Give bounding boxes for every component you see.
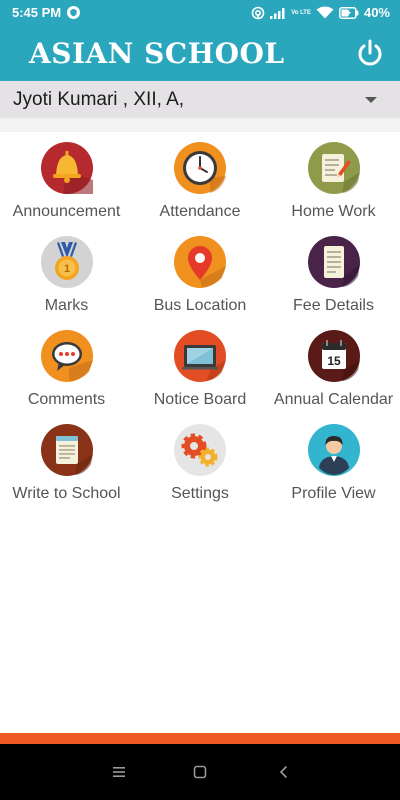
- back-icon[interactable]: [276, 764, 292, 780]
- medal-icon: 1: [40, 236, 93, 288]
- user-profile-icon: [307, 424, 360, 476]
- location-pin-icon: [174, 236, 226, 288]
- signal-icon: [270, 7, 286, 19]
- app-title: ASIAN SCHOOL: [29, 36, 285, 70]
- power-button[interactable]: [354, 37, 386, 69]
- menu-profile-view[interactable]: Profile View: [267, 414, 400, 508]
- menu-announcement[interactable]: Announcement: [0, 132, 133, 226]
- power-icon: [358, 39, 382, 66]
- menu-write-to-school[interactable]: Write to School: [0, 414, 133, 508]
- bell-icon: [40, 142, 93, 194]
- status-bar: 5:45 PM Vo LTE 40%: [0, 0, 400, 25]
- menu-grid: Announcement Attendance Home Work 1 Mark…: [0, 132, 400, 508]
- menu-notice-board[interactable]: Notice Board: [133, 320, 267, 414]
- accent-strip: [0, 733, 400, 744]
- menu-label: Annual Calendar: [273, 391, 394, 408]
- menu-label: Profile View: [291, 485, 376, 502]
- speech-bubble-icon: [40, 330, 93, 382]
- menu-label: Settings: [171, 485, 229, 502]
- gears-icon: [174, 424, 226, 476]
- clock-icon: [174, 142, 226, 194]
- menu-marks[interactable]: 1 Marks: [0, 226, 133, 320]
- system-nav-bar: [0, 744, 400, 800]
- notebook-icon: [40, 424, 93, 476]
- menu-label: Attendance: [159, 203, 241, 220]
- menu-label: Announcement: [12, 203, 121, 220]
- home-icon[interactable]: [192, 764, 208, 780]
- menu-label: Comments: [27, 391, 106, 408]
- status-time: 5:45 PM: [12, 5, 62, 20]
- student-selector[interactable]: Jyoti Kumari , XII, A,: [0, 81, 400, 118]
- menu-settings[interactable]: Settings: [133, 414, 267, 508]
- svg-text:1: 1: [63, 263, 69, 275]
- notepad-pencil-icon: [307, 142, 360, 194]
- menu-label: Write to School: [12, 485, 121, 502]
- menu-label: Notice Board: [153, 391, 247, 408]
- menu-annual-calendar[interactable]: 15 Annual Calendar: [267, 320, 400, 414]
- menu-icon[interactable]: [111, 764, 127, 780]
- calendar-icon: 15: [307, 330, 360, 382]
- menu-attendance[interactable]: Attendance: [133, 132, 267, 226]
- divider: [0, 118, 400, 132]
- menu-label: Bus Location: [153, 297, 247, 314]
- board-icon: [174, 330, 226, 382]
- calendar-day: 15: [327, 354, 341, 368]
- menu-home-work[interactable]: Home Work: [267, 132, 400, 226]
- menu-comments[interactable]: Comments: [0, 320, 133, 414]
- menu-label: Fee Details: [293, 297, 374, 314]
- app-bar: ASIAN SCHOOL: [0, 25, 400, 81]
- shield-icon: [67, 6, 81, 19]
- battery-icon: [339, 6, 359, 19]
- menu-label: Home Work: [291, 203, 376, 220]
- menu-bus-location[interactable]: Bus Location: [133, 226, 267, 320]
- wifi-icon: [316, 6, 334, 19]
- battery-level: 40%: [363, 5, 390, 20]
- hotspot-icon: [251, 6, 265, 20]
- receipt-icon: [307, 236, 360, 288]
- menu-fee-details[interactable]: Fee Details: [267, 226, 400, 320]
- menu-label: Marks: [44, 297, 89, 314]
- student-name: Jyoti Kumari , XII, A,: [13, 88, 185, 110]
- network-type: Vo LTE: [291, 9, 311, 16]
- dropdown-arrow-icon: [365, 97, 377, 103]
